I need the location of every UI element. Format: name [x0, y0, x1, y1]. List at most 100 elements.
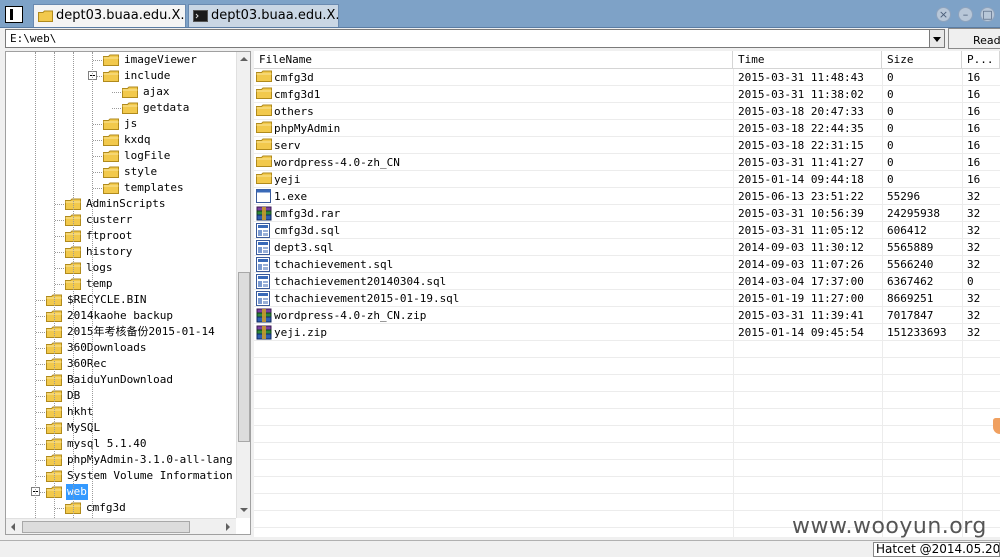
file-size-cell: 55296: [887, 190, 921, 203]
status-text: Hatcet @2014.05.20: [873, 542, 1000, 557]
file-size-cell: 5565889: [887, 241, 934, 254]
system-menu-button[interactable]: [5, 6, 23, 23]
file-size-cell: 0: [887, 139, 894, 152]
table-row[interactable]: wordpress-4.0-zh_CN.zip 2015-03-31 11:39:…: [254, 307, 1000, 324]
table-row[interactable]: phpMyAdmin 2015-03-18 22:44:35 0 16: [254, 120, 1000, 137]
table-row[interactable]: 1.exe 2015-06-13 23:51:22 55296 32: [254, 188, 1000, 205]
empty-row: [254, 477, 1000, 494]
tree-item-label: imageViewer: [124, 53, 197, 66]
folder-icon: [256, 70, 272, 85]
minimize-button[interactable]: –: [958, 7, 973, 22]
close-tab-button[interactable]: ×: [936, 7, 951, 22]
table-row[interactable]: tchachievement2015-01-19.sql 2015-01-19 1…: [254, 290, 1000, 307]
tree-connector: [93, 156, 102, 157]
tree-item-label: logs: [86, 261, 113, 274]
tab-session-2[interactable]: dept03.buaa.edu.X..: [188, 4, 339, 27]
table-row[interactable]: cmfg3d1 2015-03-31 11:38:02 0 16: [254, 86, 1000, 103]
file-name-cell: wordpress-4.0-zh_CN.zip: [274, 309, 427, 322]
file-permission-cell: 32: [967, 309, 981, 322]
tree-connector: [36, 428, 45, 429]
tree-guide-line: [35, 52, 36, 518]
file-permission-cell: 32: [967, 190, 981, 203]
scroll-up-arrow-icon[interactable]: [240, 57, 248, 61]
tree-item-label: BaiduYunDownload: [67, 373, 173, 386]
tree-item-label: js: [124, 117, 138, 130]
file-name-cell: yeji: [274, 173, 301, 186]
maximize-button[interactable]: □: [980, 7, 995, 22]
tree-guide-line: [92, 52, 93, 518]
path-input[interactable]: [5, 29, 930, 48]
empty-row: [254, 392, 1000, 409]
file-permission-cell: 16: [967, 105, 981, 118]
file-name-cell: cmfg3d: [274, 71, 314, 84]
column-time[interactable]: Time: [733, 51, 882, 69]
file-name-cell: phpMyAdmin: [274, 122, 341, 135]
file-time-cell: 2015-01-19 11:27:00: [738, 292, 864, 305]
tree-scroll-thumb[interactable]: [238, 272, 250, 442]
terminal-icon: [193, 10, 208, 26]
read-button[interactable]: Read: [948, 28, 1000, 49]
file-name-cell: wordpress-4.0-zh_CN: [274, 156, 400, 169]
empty-row: [254, 341, 1000, 358]
file-permission-cell: 16: [967, 122, 981, 135]
folder-icon: [256, 138, 272, 153]
table-row[interactable]: tchachievement20140304.sql 2014-03-04 17:…: [254, 273, 1000, 290]
tree-hscroll-thumb[interactable]: [22, 521, 190, 533]
table-row[interactable]: serv 2015-03-18 22:31:15 0 16: [254, 137, 1000, 154]
tab-session-1[interactable]: dept03.buaa.edu.X..: [33, 4, 186, 27]
tree-connector: [55, 508, 64, 509]
tree-vertical-scrollbar[interactable]: [236, 52, 250, 518]
file-size-cell: 0: [887, 71, 894, 84]
status-bar: Hatcet @2014.05.20: [0, 540, 1000, 557]
table-row[interactable]: dept3.sql 2014-09-03 11:30:12 5565889 32: [254, 239, 1000, 256]
table-row[interactable]: cmfg3d 2015-03-31 11:48:43 0 16: [254, 69, 1000, 86]
folder-icon: [38, 10, 53, 26]
table-row[interactable]: tchachievement.sql 2014-09-03 11:07:26 556…: [254, 256, 1000, 273]
tree-connector: [93, 140, 102, 141]
file-name-cell: dept3.sql: [274, 241, 334, 254]
file-time-cell: 2014-09-03 11:07:26: [738, 258, 864, 271]
file-size-cell: 0: [887, 105, 894, 118]
file-name-cell: others: [274, 105, 314, 118]
tree-connector: [36, 396, 45, 397]
path-dropdown-button[interactable]: [929, 29, 945, 48]
tree-horizontal-scrollbar[interactable]: [6, 518, 236, 534]
file-time-cell: 2015-01-14 09:45:54: [738, 326, 864, 339]
file-permission-cell: 16: [967, 173, 981, 186]
tree-item-label: AdminScripts: [86, 197, 166, 210]
tree-connector: [93, 60, 102, 61]
scroll-right-arrow-icon[interactable]: [226, 523, 230, 531]
tree-item-label: 360Downloads: [67, 341, 147, 354]
folder-icon: [256, 87, 272, 102]
scroll-down-arrow-icon[interactable]: [240, 508, 248, 512]
table-row[interactable]: cmfg3d.rar 2015-03-31 10:56:39 24295938 32: [254, 205, 1000, 222]
file-size-cell: 6367462: [887, 275, 934, 288]
table-row[interactable]: yeji 2015-01-14 09:44:18 0 16: [254, 171, 1000, 188]
tree-item-label: include: [124, 69, 171, 82]
tree-item-label: temp: [86, 277, 113, 290]
scroll-left-arrow-icon[interactable]: [11, 523, 15, 531]
file-size-cell: 0: [887, 88, 894, 101]
file-name-cell: tchachievement20140304.sql: [274, 275, 447, 288]
table-row[interactable]: yeji.zip 2015-01-14 09:45:54 151233693 32: [254, 324, 1000, 341]
tree-item-label: 2014kaohe backup: [67, 309, 173, 322]
file-size-cell: 606412: [887, 224, 927, 237]
table-row[interactable]: others 2015-03-18 20:47:33 0 16: [254, 103, 1000, 120]
tab-label: dept03.buaa.edu.X..: [56, 8, 186, 23]
file-time-cell: 2014-03-04 17:37:00: [738, 275, 864, 288]
file-size-cell: 0: [887, 156, 894, 169]
column-permission[interactable]: P...: [962, 51, 1000, 69]
folder-icon: [103, 70, 119, 87]
column-size[interactable]: Size: [882, 51, 962, 69]
column-filename[interactable]: FileName: [254, 51, 733, 69]
tree-connector: [93, 172, 102, 173]
tree-item-label: kxdq: [124, 133, 151, 146]
empty-row: [254, 460, 1000, 477]
file-time-cell: 2015-03-31 11:41:27: [738, 156, 864, 169]
table-row[interactable]: cmfg3d.sql 2015-03-31 11:05:12 606412 32: [254, 222, 1000, 239]
tree-connector: [36, 316, 45, 317]
folder-icon: [256, 121, 272, 136]
file-size-cell: 8669251: [887, 292, 934, 305]
column-divider: [733, 69, 734, 537]
table-row[interactable]: wordpress-4.0-zh_CN 2015-03-31 11:41:27 0 1…: [254, 154, 1000, 171]
